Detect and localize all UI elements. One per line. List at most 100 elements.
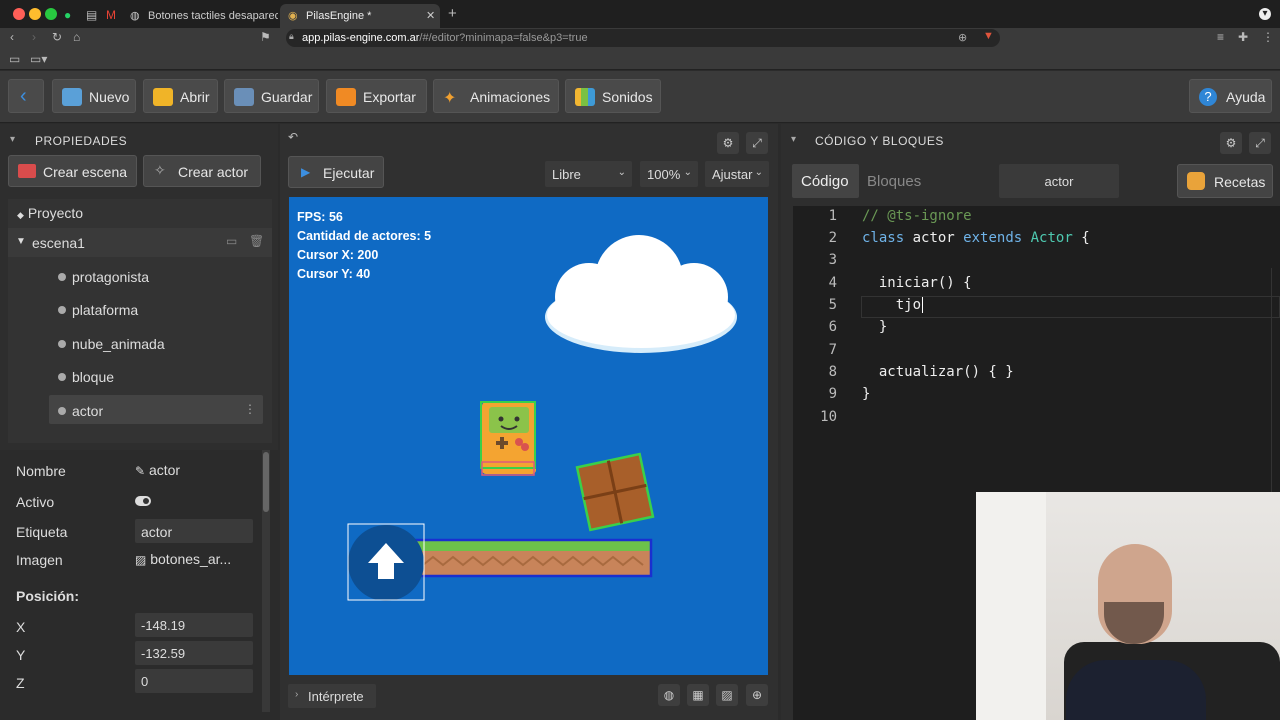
x-label: X <box>16 619 26 635</box>
scrollbar-thumb[interactable] <box>263 452 269 512</box>
home-icon[interactable]: ⌂ <box>73 30 80 44</box>
brave-shield-icon[interactable]: ▼ <box>983 30 994 42</box>
tree-actor-protagonista[interactable]: protagonista <box>8 261 264 291</box>
create-scene-button[interactable]: Crear escena <box>8 155 137 187</box>
name-value[interactable]: ✎ actor <box>135 462 180 478</box>
zoom-icon[interactable]: ⊕ <box>958 31 967 44</box>
image-value[interactable]: ▨ botones_ar... <box>135 551 231 567</box>
canvas-expand-button[interactable]: ⤢ <box>746 132 768 154</box>
whatsapp-icon[interactable]: ● <box>64 8 71 22</box>
close-window-button[interactable] <box>13 8 25 20</box>
block-actor[interactable] <box>575 452 655 532</box>
pencil-icon: ✎ <box>135 464 146 478</box>
globe-button[interactable]: ◍ <box>658 684 680 706</box>
image-icon: ▨ <box>721 688 733 702</box>
crosshair-button[interactable]: ⊕ <box>746 684 768 706</box>
add-folder-icon[interactable]: ▭ <box>226 234 237 248</box>
folder-dropdown-icon[interactable]: ▭▾ <box>30 52 47 66</box>
expand-icon: ⤢ <box>1255 136 1265 150</box>
screenshot-button[interactable]: ▨ <box>716 684 738 706</box>
line-number: 2 <box>828 230 837 246</box>
zoom-select[interactable]: 100% ⌄ <box>640 161 698 187</box>
sounds-button[interactable]: Sonidos <box>565 79 661 113</box>
tab-pilasengine[interactable]: ◉ PilasEngine * ✕ <box>280 4 440 28</box>
menu-icon[interactable]: ⋮ <box>1262 30 1274 44</box>
forward-icon[interactable]: › <box>32 30 36 44</box>
url-field[interactable]: 🔒︎ app.pilas-engine.com.ar/#/editor?mini… <box>286 29 1000 47</box>
open-button[interactable]: Abrir <box>143 79 218 113</box>
code-expand-button[interactable]: ⤢ <box>1249 132 1271 154</box>
fit-select[interactable]: Ajustar ⌄ <box>705 161 769 187</box>
tab-blocks[interactable]: Bloques <box>867 173 921 190</box>
canvas-settings-button[interactable]: ⚙ <box>717 132 739 154</box>
lock-icon: 🔒︎ <box>289 31 294 41</box>
close-tab-icon[interactable]: ✕ <box>426 9 435 22</box>
platform-actor[interactable] <box>411 538 653 578</box>
chevron-down-icon: ⌄ <box>754 167 763 178</box>
media-icon[interactable]: ≡ <box>1217 30 1224 44</box>
play-icon: ▶ <box>301 165 311 179</box>
active-toggle[interactable] <box>135 496 151 506</box>
bookmark-icon[interactable]: ⚑ <box>260 30 271 44</box>
extensions-icon[interactable]: ✚ <box>1238 30 1248 44</box>
more-options-icon[interactable]: ⋮ <box>244 402 256 416</box>
run-button[interactable]: ▶ Ejecutar <box>288 156 384 188</box>
pinned-tab-icon[interactable]: ▤ <box>86 8 97 22</box>
crosshair-icon: ⊕ <box>751 688 763 702</box>
tab-code[interactable]: Código <box>792 164 859 198</box>
reload-icon[interactable]: ↻ <box>52 30 62 44</box>
tab-botones[interactable]: ◍ Botones tactiles desaparecen - cor <box>122 4 278 28</box>
interpreter-toggle[interactable]: › Intérprete <box>288 684 376 708</box>
export-button[interactable]: Exportar <box>326 79 427 113</box>
x-input[interactable]: -148.19 <box>135 613 253 637</box>
maximize-window-button[interactable] <box>45 8 57 20</box>
collapse-chevron-icon[interactable]: ▾ <box>10 134 15 145</box>
save-button[interactable]: Guardar <box>224 79 319 113</box>
tree-project[interactable]: ◆ Proyecto <box>17 205 83 221</box>
back-icon[interactable]: ‹ <box>10 30 14 44</box>
y-input[interactable]: -132.59 <box>135 641 253 665</box>
tree-actor-nube[interactable]: nube_animada <box>8 328 264 358</box>
mode-select[interactable]: Libre ⌄ <box>545 161 632 187</box>
code-panel-title: CÓDIGO Y BLOQUES <box>815 134 944 148</box>
stage-scene <box>347 235 737 601</box>
protagonist-actor[interactable] <box>480 401 536 476</box>
chevron-down-icon: ⌄ <box>617 167 626 178</box>
touch-button-actor[interactable] <box>347 523 425 601</box>
animations-button[interactable]: ✦ Animaciones <box>433 79 559 113</box>
folder-icon[interactable]: ▭ <box>9 52 20 66</box>
code-line-9: } <box>862 386 871 402</box>
game-stage[interactable]: FPS: 56 Cantidad de actores: 5 Cursor X:… <box>289 197 768 675</box>
export-box-icon <box>336 88 356 106</box>
z-input[interactable]: 0 <box>135 669 253 693</box>
help-button[interactable]: ? Ayuda <box>1189 79 1272 113</box>
tree-actor-plataforma[interactable]: plataforma <box>8 294 264 324</box>
undo-icon[interactable]: ↶ <box>288 130 298 144</box>
gmail-icon[interactable]: M <box>106 8 116 22</box>
recipes-button[interactable]: Recetas <box>1177 164 1273 198</box>
webcam-wall <box>976 492 1046 720</box>
tree-actor-bloque[interactable]: bloque <box>8 361 264 391</box>
code-line-1: // @ts-ignore <box>862 208 972 224</box>
chart-icon: ▦ <box>692 688 704 702</box>
create-actor-button[interactable]: ✧ Crear actor <box>143 155 261 187</box>
tag-input[interactable]: actor <box>135 519 253 543</box>
new-tab-icon[interactable]: + <box>448 6 457 21</box>
collapse-chevron-icon[interactable]: ▾ <box>791 134 796 145</box>
code-settings-button[interactable]: ⚙ <box>1220 132 1242 154</box>
app-toolbar: ‹ Nuevo Abrir Guardar Exportar ✦ Animaci… <box>0 71 1280 123</box>
code-line-6: } <box>862 319 888 335</box>
tab-search-icon[interactable]: ▾ <box>1259 8 1271 20</box>
back-button[interactable]: ‹ <box>8 79 44 113</box>
address-bar-row: ‹ › ↻ ⌂ ⚑ 🔒︎ app.pilas-engine.com.ar/#/e… <box>0 28 1280 48</box>
expand-chevron-icon[interactable]: ▼ <box>16 236 26 247</box>
current-line-highlight <box>861 296 1280 318</box>
tree-actor-actor[interactable]: actor ⋮ <box>8 395 264 425</box>
tree-scene-row[interactable]: ▼ escena1 ▭ 🗑︎ <box>8 228 272 257</box>
cloud-actor[interactable] <box>545 235 737 353</box>
chart-button[interactable]: ▦ <box>687 684 709 706</box>
properties-scrollbar[interactable] <box>262 450 270 712</box>
minimize-window-button[interactable] <box>29 8 41 20</box>
trash-icon[interactable]: 🗑︎ <box>249 234 264 248</box>
new-button[interactable]: Nuevo <box>52 79 136 113</box>
